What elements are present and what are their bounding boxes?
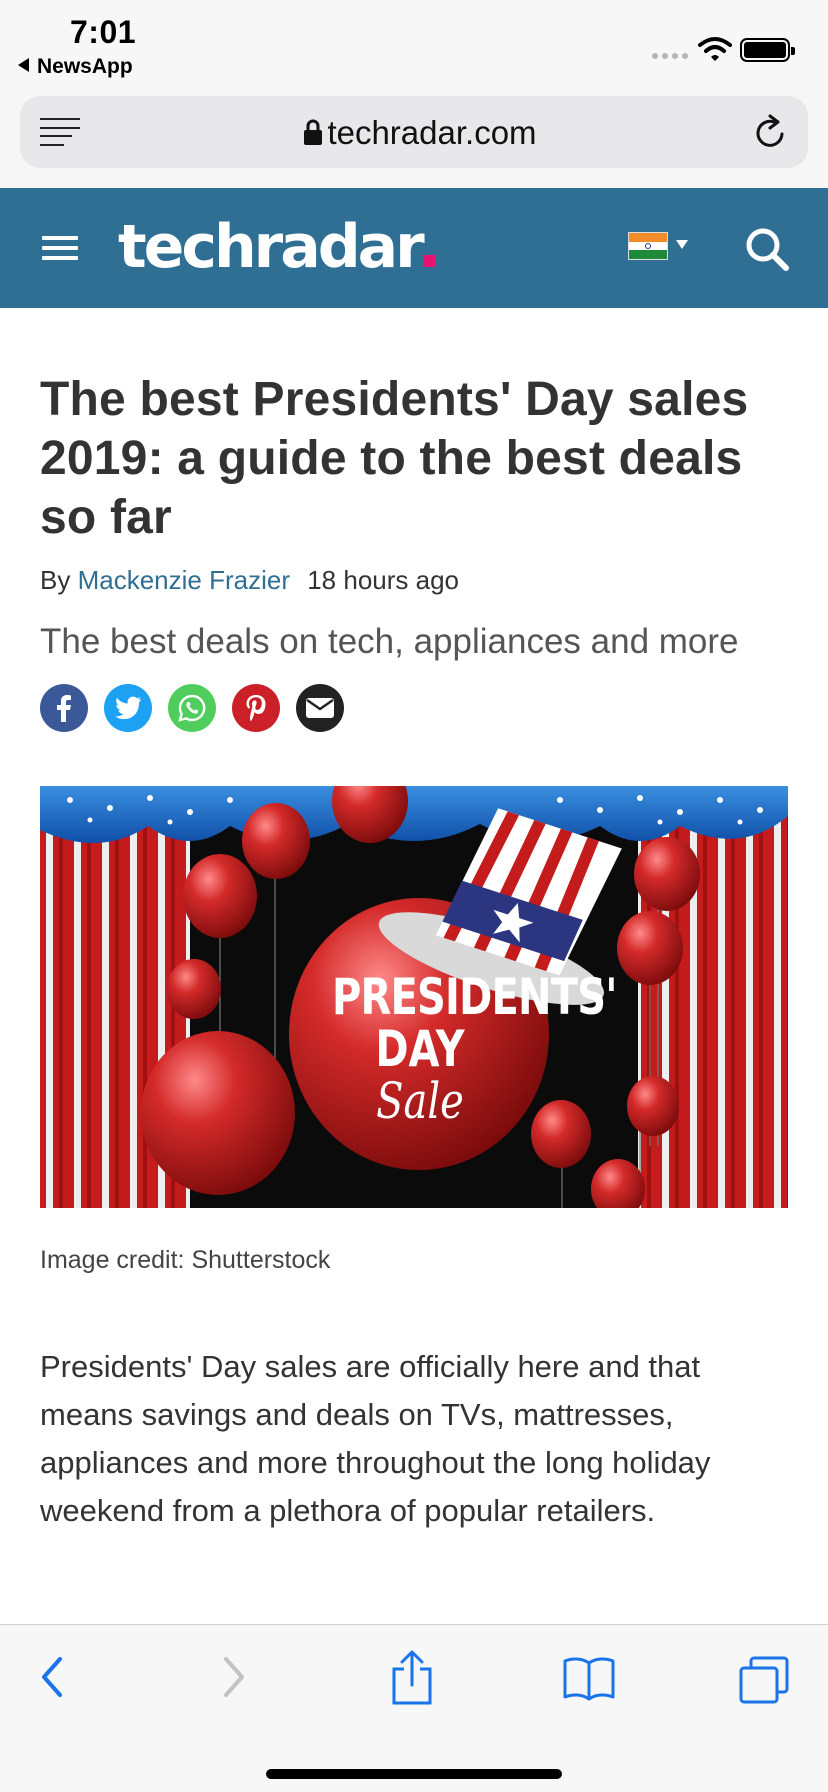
article: The best Presidents' Day sales 2019: a g… xyxy=(40,308,788,1535)
wifi-icon xyxy=(698,37,732,61)
image-caption: Image credit: Shutterstock xyxy=(40,1246,331,1274)
browser-chrome: techradar.com xyxy=(0,88,828,188)
email-share-button[interactable] xyxy=(296,684,344,732)
facebook-share-button[interactable] xyxy=(40,684,88,732)
facebook-icon xyxy=(57,695,71,722)
search-icon[interactable] xyxy=(744,226,790,272)
site-header: techradar xyxy=(0,188,828,308)
tabs-icon[interactable] xyxy=(738,1655,790,1705)
back-to-app-link[interactable]: NewsApp xyxy=(18,55,133,79)
pinterest-share-button[interactable] xyxy=(232,684,280,732)
hero-text-sale: Sale xyxy=(376,1072,464,1130)
reload-icon[interactable] xyxy=(754,114,788,150)
back-icon[interactable] xyxy=(38,1655,68,1699)
logo-dot xyxy=(422,255,435,267)
publish-time: 18 hours ago xyxy=(307,565,460,595)
site-logo-text: techradar xyxy=(118,212,425,282)
india-flag-icon[interactable] xyxy=(628,232,668,260)
whatsapp-share-button[interactable] xyxy=(168,684,216,732)
twitter-share-button[interactable] xyxy=(104,684,152,732)
byline-prefix: By xyxy=(40,565,71,595)
url-text: techradar.com xyxy=(327,114,537,151)
byline: By Mackenzie Frazier 18 hours ago xyxy=(40,565,788,596)
home-indicator[interactable] xyxy=(266,1769,562,1779)
back-triangle-icon xyxy=(18,58,29,72)
hero-sale-text: PRESIDENTS' DAY Sale xyxy=(332,968,617,1130)
battery-icon xyxy=(740,38,795,62)
hero-image: PRESIDENTS' DAY Sale xyxy=(40,786,788,1208)
forward-icon[interactable] xyxy=(218,1655,248,1699)
twitter-icon xyxy=(115,696,141,720)
email-icon xyxy=(306,698,334,718)
menu-icon[interactable] xyxy=(42,236,78,260)
site-logo[interactable]: techradar xyxy=(118,212,435,282)
whatsapp-icon xyxy=(178,694,206,722)
back-app-label: NewsApp xyxy=(37,55,133,78)
pinterest-icon xyxy=(246,695,266,721)
hero-text-day: DAY xyxy=(375,1020,465,1078)
standfirst: The best deals on tech, appliances and m… xyxy=(40,622,739,661)
address-bar[interactable]: techradar.com xyxy=(20,96,808,168)
status-time: 7:01 xyxy=(70,14,137,50)
article-title: The best Presidents' Day sales 2019: a g… xyxy=(40,373,749,544)
share-buttons xyxy=(40,684,788,732)
browser-toolbar xyxy=(0,1624,828,1792)
region-dropdown-icon[interactable] xyxy=(676,240,688,249)
cellular-signal-icon xyxy=(652,53,688,59)
bookmarks-icon[interactable] xyxy=(562,1655,616,1701)
share-icon[interactable] xyxy=(390,1649,434,1705)
status-bar: 7:01 NewsApp xyxy=(0,0,828,88)
author-link[interactable]: Mackenzie Frazier xyxy=(78,565,290,595)
hero-text-presidents: PRESIDENTS' xyxy=(332,968,617,1026)
article-paragraph: Presidents' Day sales are officially her… xyxy=(40,1349,711,1528)
